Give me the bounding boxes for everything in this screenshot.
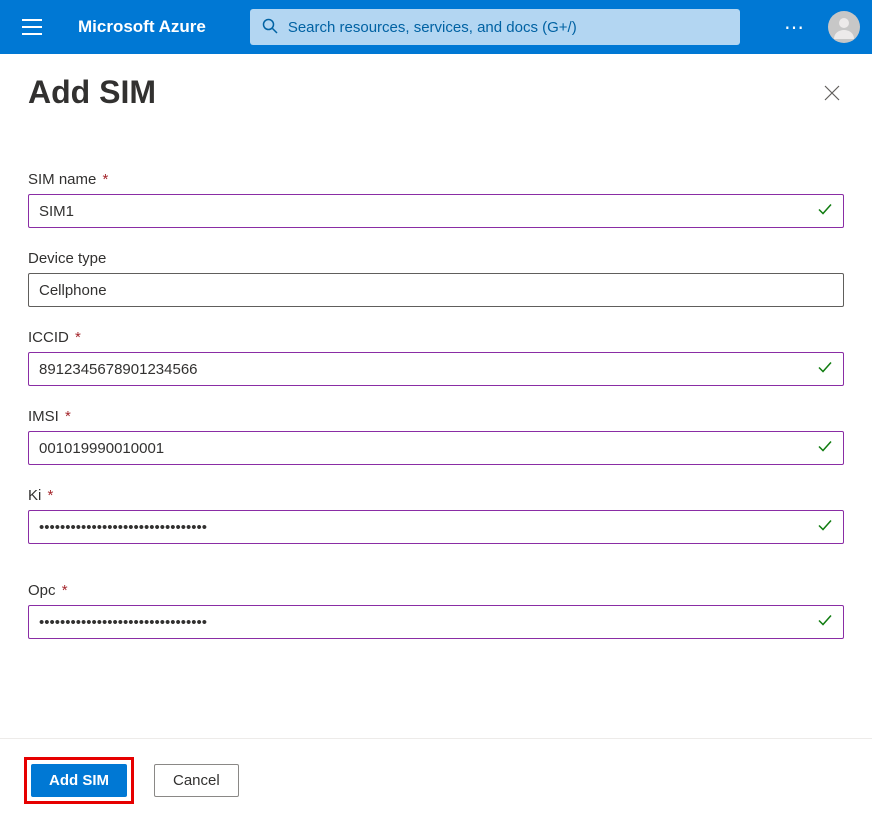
imsi-label: IMSI * — [28, 408, 844, 425]
imsi-input[interactable] — [39, 440, 833, 457]
opc-field-wrap — [28, 605, 844, 639]
opc-label: Opc * — [28, 582, 844, 599]
search-input[interactable] — [288, 19, 728, 36]
more-icon[interactable]: ⋯ — [776, 7, 814, 48]
iccid-input[interactable] — [39, 361, 833, 378]
panel-content: Add SIM SIM name * Device type ICCID * I… — [0, 54, 872, 639]
search-icon — [262, 18, 278, 37]
avatar[interactable] — [828, 11, 860, 43]
iccid-label: ICCID * — [28, 329, 844, 346]
device-type-label: Device type — [28, 250, 844, 267]
checkmark-icon — [817, 439, 833, 458]
checkmark-icon — [817, 360, 833, 379]
top-navbar: Microsoft Azure ⋯ — [0, 0, 872, 54]
device-type-field-wrap — [28, 273, 844, 307]
ki-input[interactable] — [39, 519, 833, 536]
iccid-field-wrap — [28, 352, 844, 386]
menu-icon[interactable] — [12, 7, 52, 47]
sim-name-field-wrap — [28, 194, 844, 228]
opc-input[interactable] — [39, 614, 833, 631]
ki-field-wrap — [28, 510, 844, 544]
highlight-annotation: Add SIM — [24, 757, 134, 804]
global-search[interactable] — [250, 9, 740, 45]
checkmark-icon — [817, 613, 833, 632]
ki-label: Ki * — [28, 487, 844, 504]
imsi-field-wrap — [28, 431, 844, 465]
close-icon[interactable] — [820, 81, 844, 105]
checkmark-icon — [817, 518, 833, 537]
checkmark-icon — [817, 202, 833, 221]
add-sim-button[interactable]: Add SIM — [31, 764, 127, 797]
device-type-input[interactable] — [39, 282, 833, 299]
sim-name-label: SIM name * — [28, 171, 844, 188]
panel-footer: Add SIM Cancel — [0, 738, 872, 822]
sim-name-input[interactable] — [39, 203, 833, 220]
cancel-button[interactable]: Cancel — [154, 764, 239, 797]
brand-title[interactable]: Microsoft Azure — [78, 17, 206, 37]
page-title: Add SIM — [28, 74, 156, 111]
